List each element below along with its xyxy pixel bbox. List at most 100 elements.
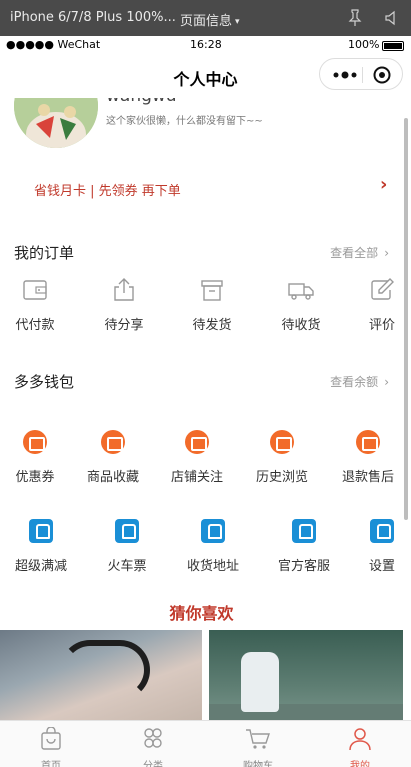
order-item-review[interactable]: 评价 <box>347 278 403 334</box>
coupon-icon <box>101 430 125 454</box>
orders-title: 我的订单 <box>14 244 75 262</box>
wallet-item-coupons[interactable]: 优惠券 <box>0 430 70 486</box>
wallet-grid-row-1: 优惠券 商品收藏 店铺关注 历史浏览 退款售后 <box>0 430 403 486</box>
wallet-item-shipping-address[interactable]: 收货地址 <box>178 519 248 575</box>
wallet-item-label: 店铺关注 <box>170 470 223 485</box>
tab-home[interactable]: 首页 <box>0 721 102 767</box>
product-image[interactable] <box>0 630 202 720</box>
profile-icon <box>349 728 371 751</box>
share-icon <box>114 278 134 301</box>
edit-icon <box>371 278 394 300</box>
tab-label: 首页 <box>41 761 61 767</box>
view-balance-link[interactable]: 查看余额 › <box>330 373 389 390</box>
package-icon <box>201 280 223 301</box>
order-item-pending-payment[interactable]: 代付款 <box>0 278 70 334</box>
cart-icon <box>246 729 270 749</box>
wallet-item-label: 商品收藏 <box>86 470 139 485</box>
wallet-item-label: 退款售后 <box>341 470 394 485</box>
view-all-label: 查看全部 <box>330 246 379 260</box>
wallet-item-favorites[interactable]: 商品收藏 <box>78 430 148 486</box>
train-icon <box>370 519 394 543</box>
tab-label: 购物车 <box>243 761 273 767</box>
tab-label: 我的 <box>350 761 370 767</box>
pin-icon[interactable] <box>348 9 362 27</box>
product-photo-detail <box>209 704 403 720</box>
orders-grid: 代付款 待分享 待发货 待收货 评价 <box>0 278 403 334</box>
wallet-item-label: 设置 <box>368 559 395 574</box>
coupon-icon <box>270 430 294 454</box>
order-item-label: 评价 <box>368 318 395 333</box>
view-all-orders-link[interactable]: 查看全部 › <box>330 244 389 261</box>
chevron-down-icon: ▾ <box>235 17 240 27</box>
page-info-label: 页面信息 <box>180 14 233 29</box>
vertical-scrollbar[interactable] <box>404 118 408 520</box>
tab-cart[interactable]: 购物车 <box>207 721 309 767</box>
truck-icon <box>288 283 314 300</box>
profile-header: wangwu 这个家伙很懒，什么都没有留下~~ <box>0 98 403 168</box>
wallet-item-refunds[interactable]: 退款售后 <box>333 430 403 486</box>
page-content[interactable]: wangwu 这个家伙很懒，什么都没有留下~~ 省钱月卡 | 先领券 再下单 ›… <box>0 98 403 720</box>
order-item-label: 待发货 <box>192 318 232 333</box>
tab-label: 分类 <box>143 761 163 767</box>
capsule-divider <box>362 67 363 83</box>
recommendations-title: 猜你喜欢 <box>169 604 234 623</box>
coupon-icon <box>23 430 47 454</box>
wallet-item-followed-shops[interactable]: 店铺关注 <box>162 430 232 486</box>
wallet-item-super-discount[interactable]: 超级满减 <box>6 519 76 575</box>
home-icon <box>41 727 61 750</box>
wallet-title: 多多钱包 <box>14 373 75 391</box>
order-item-to-ship[interactable]: 待发货 <box>177 278 247 334</box>
order-item-to-receive[interactable]: 待收货 <box>266 278 336 334</box>
navigation-bar: 个人中心 <box>0 54 411 98</box>
tab-category[interactable]: 分类 <box>102 721 204 767</box>
order-item-to-share[interactable]: 待分享 <box>89 278 159 334</box>
page-info-dropdown[interactable]: 页面信息 ▾ <box>180 10 240 29</box>
order-item-label: 代付款 <box>15 318 55 333</box>
avatar-image <box>14 98 98 148</box>
orders-header: 我的订单 查看全部 › <box>0 240 403 264</box>
wallet-item-settings[interactable]: 设置 <box>347 519 403 575</box>
device-selector[interactable]: iPhone 6/7/8 Plus 100%... <box>10 10 176 25</box>
close-miniprogram-icon[interactable] <box>373 66 391 84</box>
product-photo-detail <box>241 652 279 712</box>
wallet-item-label: 火车票 <box>107 559 147 574</box>
wallet-item-train-tickets[interactable]: 火车票 <box>92 519 162 575</box>
avatar[interactable] <box>14 98 98 148</box>
more-dots-icon[interactable] <box>332 71 358 79</box>
chevron-right-icon: › <box>384 246 389 260</box>
chevron-right-icon: › <box>380 174 388 195</box>
product-image[interactable] <box>209 630 403 720</box>
order-item-label: 待分享 <box>104 318 144 333</box>
product-photo-detail <box>60 640 150 700</box>
promo-text: 省钱月卡 | 先领券 再下单 <box>34 184 181 199</box>
coupon-icon <box>185 430 209 454</box>
chevron-right-icon: › <box>384 375 389 389</box>
category-icon <box>144 728 162 748</box>
wallet-item-customer-service[interactable]: 官方客服 <box>269 519 339 575</box>
wallet-item-label: 超级满减 <box>14 559 67 574</box>
wallet-item-label: 历史浏览 <box>255 470 308 485</box>
wallet-item-history[interactable]: 历史浏览 <box>247 430 317 486</box>
order-item-label: 待收货 <box>281 318 321 333</box>
train-icon <box>29 519 53 543</box>
user-signature: 这个家伙很懒，什么都没有留下~~ <box>106 116 263 127</box>
tab-profile[interactable]: 我的 <box>309 721 411 767</box>
train-icon <box>201 519 225 543</box>
bottom-tab-bar: 首页 分类 购物车 我的 <box>0 720 411 767</box>
phone-status-bar: ●●●●● WeChat 16:28 100% <box>0 36 411 54</box>
wallet-grid-row-2: 超级满减 火车票 收货地址 官方客服 设置 <box>0 519 403 575</box>
battery-percent: 100% <box>348 38 380 51</box>
wallet-header: 多多钱包 查看余额 › <box>0 369 403 393</box>
coupon-icon <box>356 430 380 454</box>
wallet-icon <box>23 280 47 300</box>
train-icon <box>292 519 316 543</box>
speaker-icon[interactable] <box>384 9 400 27</box>
view-balance-label: 查看余额 <box>330 375 379 389</box>
wallet-item-label: 收货地址 <box>186 559 239 574</box>
devtools-toolbar: iPhone 6/7/8 Plus 100%... 页面信息 ▾ <box>0 0 411 36</box>
miniprogram-capsule <box>319 58 403 90</box>
clock-label: 16:28 <box>190 38 222 51</box>
username: wangwu <box>106 98 177 106</box>
wallet-item-label: 官方客服 <box>277 559 330 574</box>
promo-banner[interactable]: 省钱月卡 | 先领券 再下单 › <box>0 168 403 208</box>
